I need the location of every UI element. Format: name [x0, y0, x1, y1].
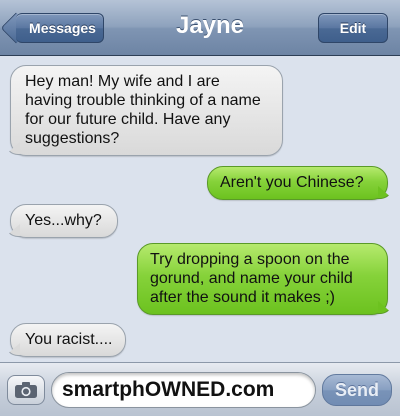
incoming-message: Yes...why?	[10, 204, 118, 238]
outgoing-message: Try dropping a spoon on the gorund, and …	[137, 243, 388, 315]
back-button[interactable]: Messages	[16, 13, 104, 43]
message-composer: smartphOWNED.com Send	[0, 362, 400, 416]
edit-button[interactable]: Edit	[318, 13, 388, 43]
send-button[interactable]: Send	[322, 374, 392, 406]
camera-icon	[15, 382, 37, 398]
conversation-title: Jayne	[175, 12, 245, 39]
camera-button[interactable]	[7, 375, 45, 405]
outgoing-message: Aren't you Chinese?	[207, 166, 388, 200]
message-input[interactable]: smartphOWNED.com	[51, 372, 316, 408]
incoming-message: You racist....	[10, 323, 126, 357]
message-thread: Hey man! My wife and I are having troubl…	[0, 57, 400, 362]
navigation-bar: Messages Jayne Edit	[0, 0, 400, 56]
incoming-message: Hey man! My wife and I are having troubl…	[10, 65, 283, 156]
